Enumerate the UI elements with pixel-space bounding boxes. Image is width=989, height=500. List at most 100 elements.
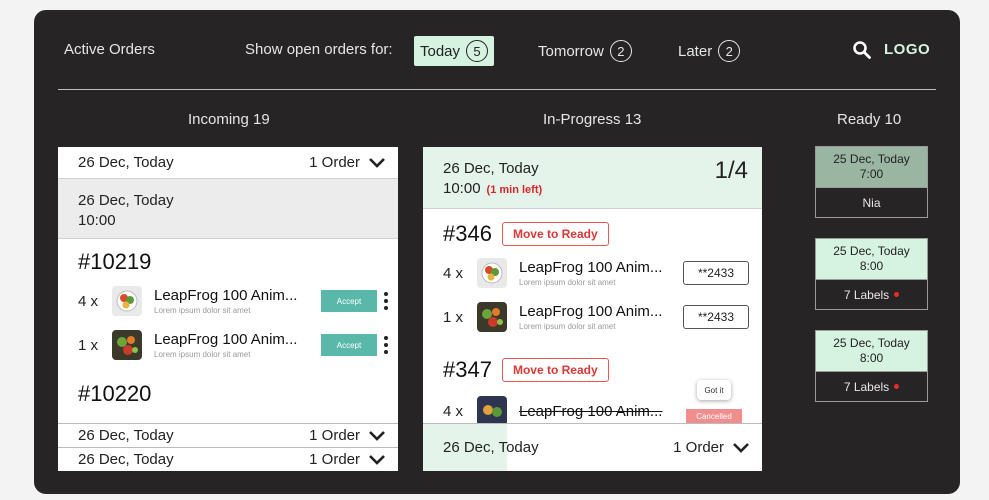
filter-label: Show open orders for: bbox=[245, 41, 393, 58]
slot-date: 26 Dec, Today bbox=[78, 192, 174, 209]
accept-button[interactable]: Accept bbox=[321, 334, 377, 356]
app-window: Active Orders Show open orders for: Toda… bbox=[34, 10, 960, 494]
order-number: #10220 bbox=[78, 381, 152, 406]
search-icon[interactable] bbox=[852, 40, 872, 60]
food-thumbnail bbox=[477, 258, 507, 288]
date-group-date: 26 Dec, Today bbox=[443, 439, 539, 456]
column-heading-in-progress: In-Progress 13 bbox=[543, 111, 642, 128]
date-group-count: 1 Order bbox=[309, 451, 360, 468]
ready-card-header: 25 Dec, Today 8:00 bbox=[816, 239, 927, 279]
ready-labels: 7 Labels bbox=[843, 287, 890, 302]
header-divider bbox=[58, 89, 936, 90]
order-item: 4 x LeapFrog 100 Anim... Lorem ipsum dol… bbox=[58, 279, 398, 323]
ready-date: 25 Dec, Today bbox=[833, 152, 910, 166]
chevron-down-icon[interactable] bbox=[732, 442, 750, 454]
order-number: #10219 bbox=[78, 249, 152, 274]
filter-later-label: Later bbox=[678, 42, 713, 60]
filter-today-label: Today bbox=[420, 42, 461, 60]
item-description: Lorem ipsum dolor sit amet bbox=[519, 278, 616, 287]
item-name: LeapFrog 100 Anim... bbox=[519, 303, 663, 320]
accept-button[interactable]: Accept bbox=[321, 290, 377, 312]
date-group-row[interactable]: 26 Dec, Today 1 Order bbox=[423, 423, 762, 471]
slot-date: 26 Dec, Today bbox=[443, 160, 539, 177]
item-name: LeapFrog 100 Anim... bbox=[519, 402, 663, 420]
item-name: LeapFrog 100 Anim... bbox=[154, 287, 298, 304]
chevron-down-icon[interactable] bbox=[368, 430, 386, 442]
filter-tomorrow-count: 2 bbox=[609, 40, 632, 62]
slot-pagination: 1/4 bbox=[714, 157, 748, 184]
got-it-tooltip[interactable]: Got it bbox=[697, 380, 731, 400]
ready-date: 25 Dec, Today bbox=[833, 244, 910, 258]
filter-tomorrow[interactable]: Tomorrow 2 bbox=[532, 36, 638, 66]
date-group-row[interactable]: 26 Dec, Today 1 Order bbox=[58, 424, 398, 448]
item-quantity: 1 x bbox=[78, 336, 99, 354]
item-quantity: 1 x bbox=[443, 308, 464, 326]
date-group-count: 1 Order bbox=[309, 154, 360, 171]
date-group-count: 1 Order bbox=[673, 439, 724, 456]
order-item: 1 x LeapFrog 100 Anim... Lorem ipsum dol… bbox=[423, 295, 762, 339]
date-group-date: 26 Dec, Today bbox=[78, 154, 174, 171]
item-description: Lorem ipsum dolor sit amet bbox=[519, 322, 616, 331]
pickup-code: **2433 bbox=[683, 305, 749, 329]
filter-today[interactable]: Today 5 bbox=[414, 36, 495, 66]
in-progress-column: 26 Dec, Today 10:00 (1 min left) 1/4 #34… bbox=[423, 147, 762, 471]
item-quantity: 4 x bbox=[443, 264, 464, 282]
food-thumbnail bbox=[112, 286, 142, 316]
item-quantity: 4 x bbox=[443, 402, 464, 420]
pickup-code: **2433 bbox=[683, 261, 749, 285]
alert-dot-icon bbox=[894, 384, 900, 389]
chevron-down-icon[interactable] bbox=[368, 454, 386, 466]
order-header: #346 Move to Ready bbox=[423, 221, 762, 247]
incoming-column: 26 Dec, Today 1 Order 26 Dec, Today 10:0… bbox=[58, 147, 398, 471]
ready-card-footer: Nia bbox=[816, 187, 927, 217]
alert-dot-icon bbox=[894, 292, 900, 297]
logo[interactable]: LOGO bbox=[884, 41, 930, 58]
food-thumbnail bbox=[112, 330, 142, 360]
filter-tomorrow-label: Tomorrow bbox=[538, 42, 604, 60]
more-options-icon[interactable] bbox=[383, 291, 389, 311]
item-description: Lorem ipsum dolor sit amet bbox=[154, 306, 251, 315]
filter-later[interactable]: Later 2 bbox=[672, 36, 746, 66]
ready-card[interactable]: 25 Dec, Today 8:00 7 Labels bbox=[815, 238, 928, 310]
item-quantity: 4 x bbox=[78, 292, 99, 310]
date-group-row[interactable]: 26 Dec, Today 1 Order bbox=[58, 147, 398, 179]
time-slot-header: 26 Dec, Today 10:00 (1 min left) 1/4 bbox=[423, 147, 762, 209]
ready-date: 25 Dec, Today bbox=[833, 336, 910, 350]
move-to-ready-button[interactable]: Move to Ready bbox=[501, 358, 609, 382]
top-bar: Active Orders Show open orders for: Toda… bbox=[34, 10, 960, 90]
item-description: Lorem ipsum dolor sit amet bbox=[154, 350, 251, 359]
ready-time: 8:00 bbox=[859, 351, 884, 365]
ready-card-header: 25 Dec, Today 8:00 bbox=[816, 331, 927, 371]
slot-time: 10:00 bbox=[443, 180, 481, 197]
filter-today-count: 5 bbox=[466, 40, 489, 62]
order-item: 1 x LeapFrog 100 Anim... Lorem ipsum dol… bbox=[58, 323, 398, 367]
ready-time: 7:00 bbox=[859, 167, 884, 181]
chevron-down-icon[interactable] bbox=[368, 157, 386, 169]
order-number: #347 bbox=[443, 357, 492, 382]
ready-card-footer: 7 Labels bbox=[816, 279, 927, 309]
slot-time: 10:00 bbox=[78, 212, 116, 229]
status-badge: Cancelled bbox=[686, 409, 742, 423]
order-number: #346 bbox=[443, 221, 492, 246]
date-group-date: 26 Dec, Today bbox=[78, 451, 174, 468]
ready-card-header: 25 Dec, Today 7:00 bbox=[816, 147, 927, 187]
collapsed-date-groups: 26 Dec, Today 1 Order 26 Dec, Today 1 Or… bbox=[58, 423, 398, 471]
order-item: 4 x LeapFrog 100 Anim... Lorem ipsum dol… bbox=[423, 251, 762, 295]
food-thumbnail bbox=[477, 302, 507, 332]
ready-labels: 7 Labels bbox=[843, 379, 890, 394]
more-options-icon[interactable] bbox=[383, 335, 389, 355]
item-name: LeapFrog 100 Anim... bbox=[154, 331, 298, 348]
move-to-ready-button[interactable]: Move to Ready bbox=[501, 222, 609, 246]
ready-card[interactable]: 25 Dec, Today 7:00 Nia bbox=[815, 146, 928, 218]
food-thumbnail bbox=[477, 396, 507, 426]
time-left-warning: (1 min left) bbox=[486, 184, 543, 196]
column-heading-incoming: Incoming 19 bbox=[188, 111, 270, 128]
ready-time: 8:00 bbox=[859, 259, 884, 273]
ready-card[interactable]: 25 Dec, Today 8:00 7 Labels bbox=[815, 330, 928, 402]
item-name: LeapFrog 100 Anim... bbox=[519, 259, 663, 276]
date-group-date: 26 Dec, Today bbox=[78, 427, 174, 444]
date-group-count: 1 Order bbox=[309, 427, 360, 444]
date-group-row[interactable]: 26 Dec, Today 1 Order bbox=[58, 448, 398, 471]
filter-later-count: 2 bbox=[718, 40, 741, 62]
ready-assignee: Nia bbox=[862, 195, 881, 210]
